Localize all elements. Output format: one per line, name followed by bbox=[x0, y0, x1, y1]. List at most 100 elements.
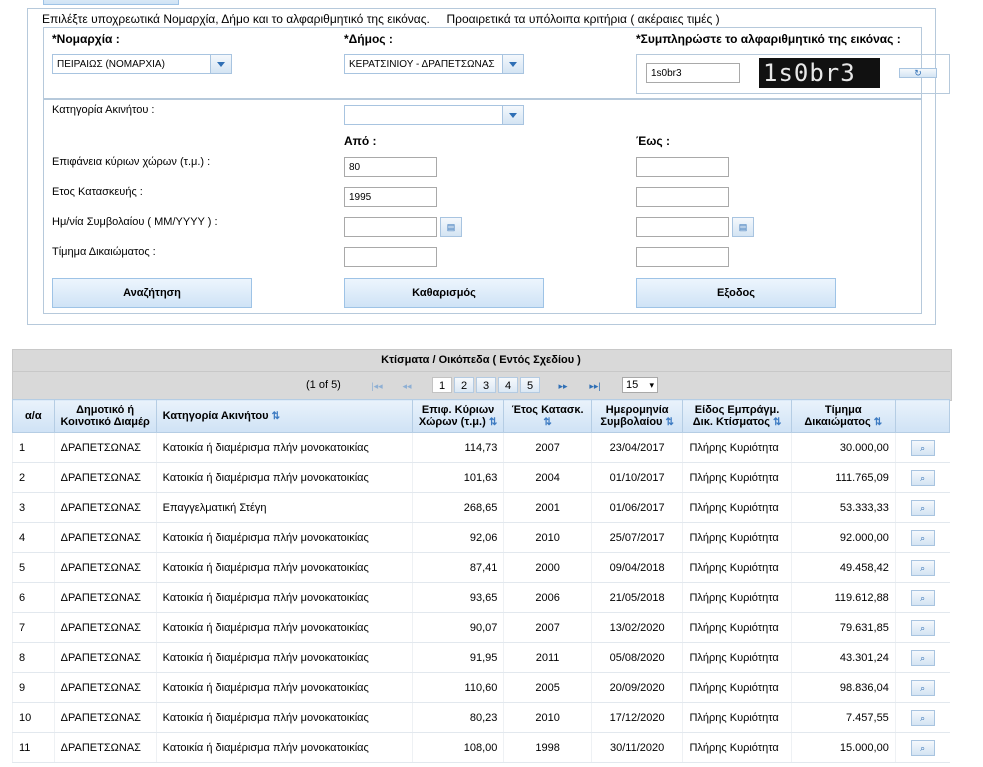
col-aa[interactable]: α/α bbox=[12, 399, 55, 433]
page-2-button[interactable]: 2 bbox=[454, 377, 474, 393]
magnifier-icon[interactable]: ⌕ bbox=[910, 679, 935, 696]
area-from-input[interactable]: 80 bbox=[344, 157, 437, 177]
magnifier-icon[interactable]: ⌕ bbox=[910, 469, 935, 486]
magnifier-icon[interactable]: ⌕ bbox=[910, 619, 935, 636]
captcha-input[interactable]: 1s0br3 bbox=[646, 63, 740, 83]
magnifier-icon[interactable]: ⌕ bbox=[910, 739, 935, 756]
table-row: 5 ΔΡΑΠΕΤΣΩΝΑΣ Κατοικία ή διαμέρισμα πλήν μ… bbox=[12, 552, 950, 583]
magnifier-icon[interactable]: ⌕ bbox=[910, 529, 935, 546]
last-page-icon[interactable]: ▸▸| bbox=[584, 378, 606, 394]
row-action: ⌕ bbox=[894, 432, 950, 463]
page-1-button[interactable]: 1 bbox=[432, 377, 452, 393]
chevron-down-icon[interactable] bbox=[502, 55, 523, 73]
row-area: 108,00 bbox=[411, 732, 504, 763]
col-date[interactable]: Ημερομηνία Συμβολαίου ⇅ bbox=[590, 399, 684, 433]
page-3-button[interactable]: 3 bbox=[476, 377, 496, 393]
price-from-input[interactable] bbox=[344, 247, 437, 267]
magnifier-icon[interactable]: ⌕ bbox=[910, 709, 935, 726]
first-page-icon[interactable]: |◂◂ bbox=[366, 378, 388, 394]
magnifier-icon[interactable]: ⌕ bbox=[910, 649, 935, 666]
row-year: 2001 bbox=[503, 492, 592, 523]
exit-button[interactable]: Εξοδος bbox=[636, 278, 836, 308]
clear-button[interactable]: Καθαρισμός bbox=[344, 278, 544, 308]
row-action: ⌕ bbox=[894, 552, 950, 583]
row-price: 15.000,00 bbox=[790, 732, 896, 763]
search-button[interactable]: Αναζήτηση bbox=[52, 278, 252, 308]
row-price: 43.301,24 bbox=[790, 642, 896, 673]
row-date: 13/02/2020 bbox=[590, 612, 683, 643]
col-price[interactable]: Τίμημα Δικαιώματος ⇅ bbox=[790, 399, 896, 433]
row-date: 30/11/2020 bbox=[590, 732, 683, 763]
sort-icon[interactable]: ⇅ bbox=[272, 411, 280, 422]
row-category: Κατοικία ή διαμέρισμα πλήν μονοκατοικίας bbox=[155, 552, 413, 583]
row-aa: 11 bbox=[12, 732, 55, 763]
page-4-button[interactable]: 4 bbox=[498, 377, 518, 393]
row-date: 17/12/2020 bbox=[590, 702, 683, 733]
prefecture-select[interactable]: ΠΕΙΡΑΙΩΣ (ΝΟΜΑΡΧΙΑ) bbox=[52, 54, 232, 74]
row-date: 01/10/2017 bbox=[590, 462, 683, 493]
col-right[interactable]: Είδος Εμπράγμ. Δικ. Κτίσματος ⇅ bbox=[682, 399, 792, 433]
municipality-select[interactable]: ΚΕΡΑΤΣΙΝΙΟΥ - ΔΡΑΠΕΤΣΩΝΑΣ bbox=[344, 54, 524, 74]
row-year: 2004 bbox=[503, 462, 592, 493]
sort-icon[interactable]: ⇅ bbox=[874, 417, 882, 428]
row-date: 21/05/2018 bbox=[590, 582, 683, 613]
row-year: 2005 bbox=[503, 672, 592, 703]
magnifier-icon[interactable]: ⌕ bbox=[910, 439, 935, 456]
col-year[interactable]: Έτος Κατασκ. ⇅ bbox=[503, 399, 592, 433]
date-from-input[interactable] bbox=[344, 217, 437, 237]
row-year: 2010 bbox=[503, 702, 592, 733]
rows-per-page-select[interactable]: 15 ▾ bbox=[622, 377, 658, 393]
calendar-icon[interactable]: ▤ bbox=[440, 217, 462, 237]
row-right: Πλήρης Κυριότητα bbox=[682, 612, 792, 643]
row-action: ⌕ bbox=[894, 612, 950, 643]
next-page-icon[interactable]: ▸▸ bbox=[552, 378, 574, 394]
row-price: 111.765,09 bbox=[790, 462, 896, 493]
from-label: Από : bbox=[344, 134, 377, 148]
row-right: Πλήρης Κυριότητα bbox=[682, 702, 792, 733]
page-5-button[interactable]: 5 bbox=[520, 377, 540, 393]
instructions-optional: Προαιρετικά τα υπόλοιπα κριτήρια ( ακέρα… bbox=[446, 12, 720, 26]
row-action: ⌕ bbox=[894, 672, 950, 703]
chevron-down-icon[interactable] bbox=[210, 55, 231, 73]
sort-icon[interactable]: ⇅ bbox=[543, 417, 551, 428]
row-date: 01/06/2017 bbox=[590, 492, 683, 523]
magnifier-icon[interactable]: ⌕ bbox=[910, 589, 935, 606]
col-area[interactable]: Επιφ. Κύριων Χώρων (τ.μ.) ⇅ bbox=[411, 399, 505, 433]
row-municipality: ΔΡΑΠΕΤΣΩΝΑΣ bbox=[53, 612, 157, 643]
area-to-input[interactable] bbox=[636, 157, 729, 177]
refresh-icon[interactable]: ↻ bbox=[899, 68, 937, 78]
chevron-down-icon[interactable] bbox=[502, 106, 523, 124]
top-tab-button[interactable] bbox=[43, 0, 179, 5]
category-label: Κατηγορία Ακινήτου : bbox=[52, 104, 155, 116]
row-action: ⌕ bbox=[894, 462, 950, 493]
row-year: 2006 bbox=[503, 582, 592, 613]
chevron-down-icon: ▾ bbox=[649, 380, 654, 390]
prev-page-icon[interactable]: ◂◂ bbox=[396, 378, 418, 394]
sort-icon[interactable]: ⇅ bbox=[666, 417, 674, 428]
captcha-label: *Συμπληρώστε το αλφαριθμητικό της εικόνα… bbox=[636, 32, 901, 46]
row-area: 80,23 bbox=[411, 702, 504, 733]
year-from-input[interactable]: 1995 bbox=[344, 187, 437, 207]
price-to-input[interactable] bbox=[636, 247, 729, 267]
row-category: Επαγγελματική Στέγη bbox=[155, 492, 413, 523]
col-category[interactable]: Κατηγορία Ακινήτου ⇅ bbox=[155, 399, 413, 433]
col-municipality[interactable]: Δημοτικό ή Κοινοτικό Διαμέρ bbox=[53, 399, 157, 433]
year-to-input[interactable] bbox=[636, 187, 729, 207]
sort-icon[interactable]: ⇅ bbox=[773, 417, 781, 428]
row-year: 1998 bbox=[503, 732, 592, 763]
row-municipality: ΔΡΑΠΕΤΣΩΝΑΣ bbox=[53, 702, 157, 733]
sort-icon[interactable]: ⇅ bbox=[489, 417, 497, 428]
row-date: 23/04/2017 bbox=[590, 432, 683, 463]
row-year: 2007 bbox=[503, 432, 592, 463]
magnifier-icon[interactable]: ⌕ bbox=[910, 499, 935, 516]
calendar-icon[interactable]: ▤ bbox=[732, 217, 754, 237]
magnifier-icon[interactable]: ⌕ bbox=[910, 559, 935, 576]
row-aa: 4 bbox=[12, 522, 55, 553]
to-label: Έως : bbox=[636, 134, 670, 148]
date-to-input[interactable] bbox=[636, 217, 729, 237]
year-label: Ετος Κατασκευής : bbox=[52, 186, 143, 198]
category-select[interactable] bbox=[344, 105, 524, 125]
table-row: 10 ΔΡΑΠΕΤΣΩΝΑΣ Κατοικία ή διαμέρισμα πλήν … bbox=[12, 702, 950, 733]
row-category: Κατοικία ή διαμέρισμα πλήν μονοκατοικίας bbox=[155, 732, 413, 763]
row-category: Κατοικία ή διαμέρισμα πλήν μονοκατοικίας bbox=[155, 672, 413, 703]
